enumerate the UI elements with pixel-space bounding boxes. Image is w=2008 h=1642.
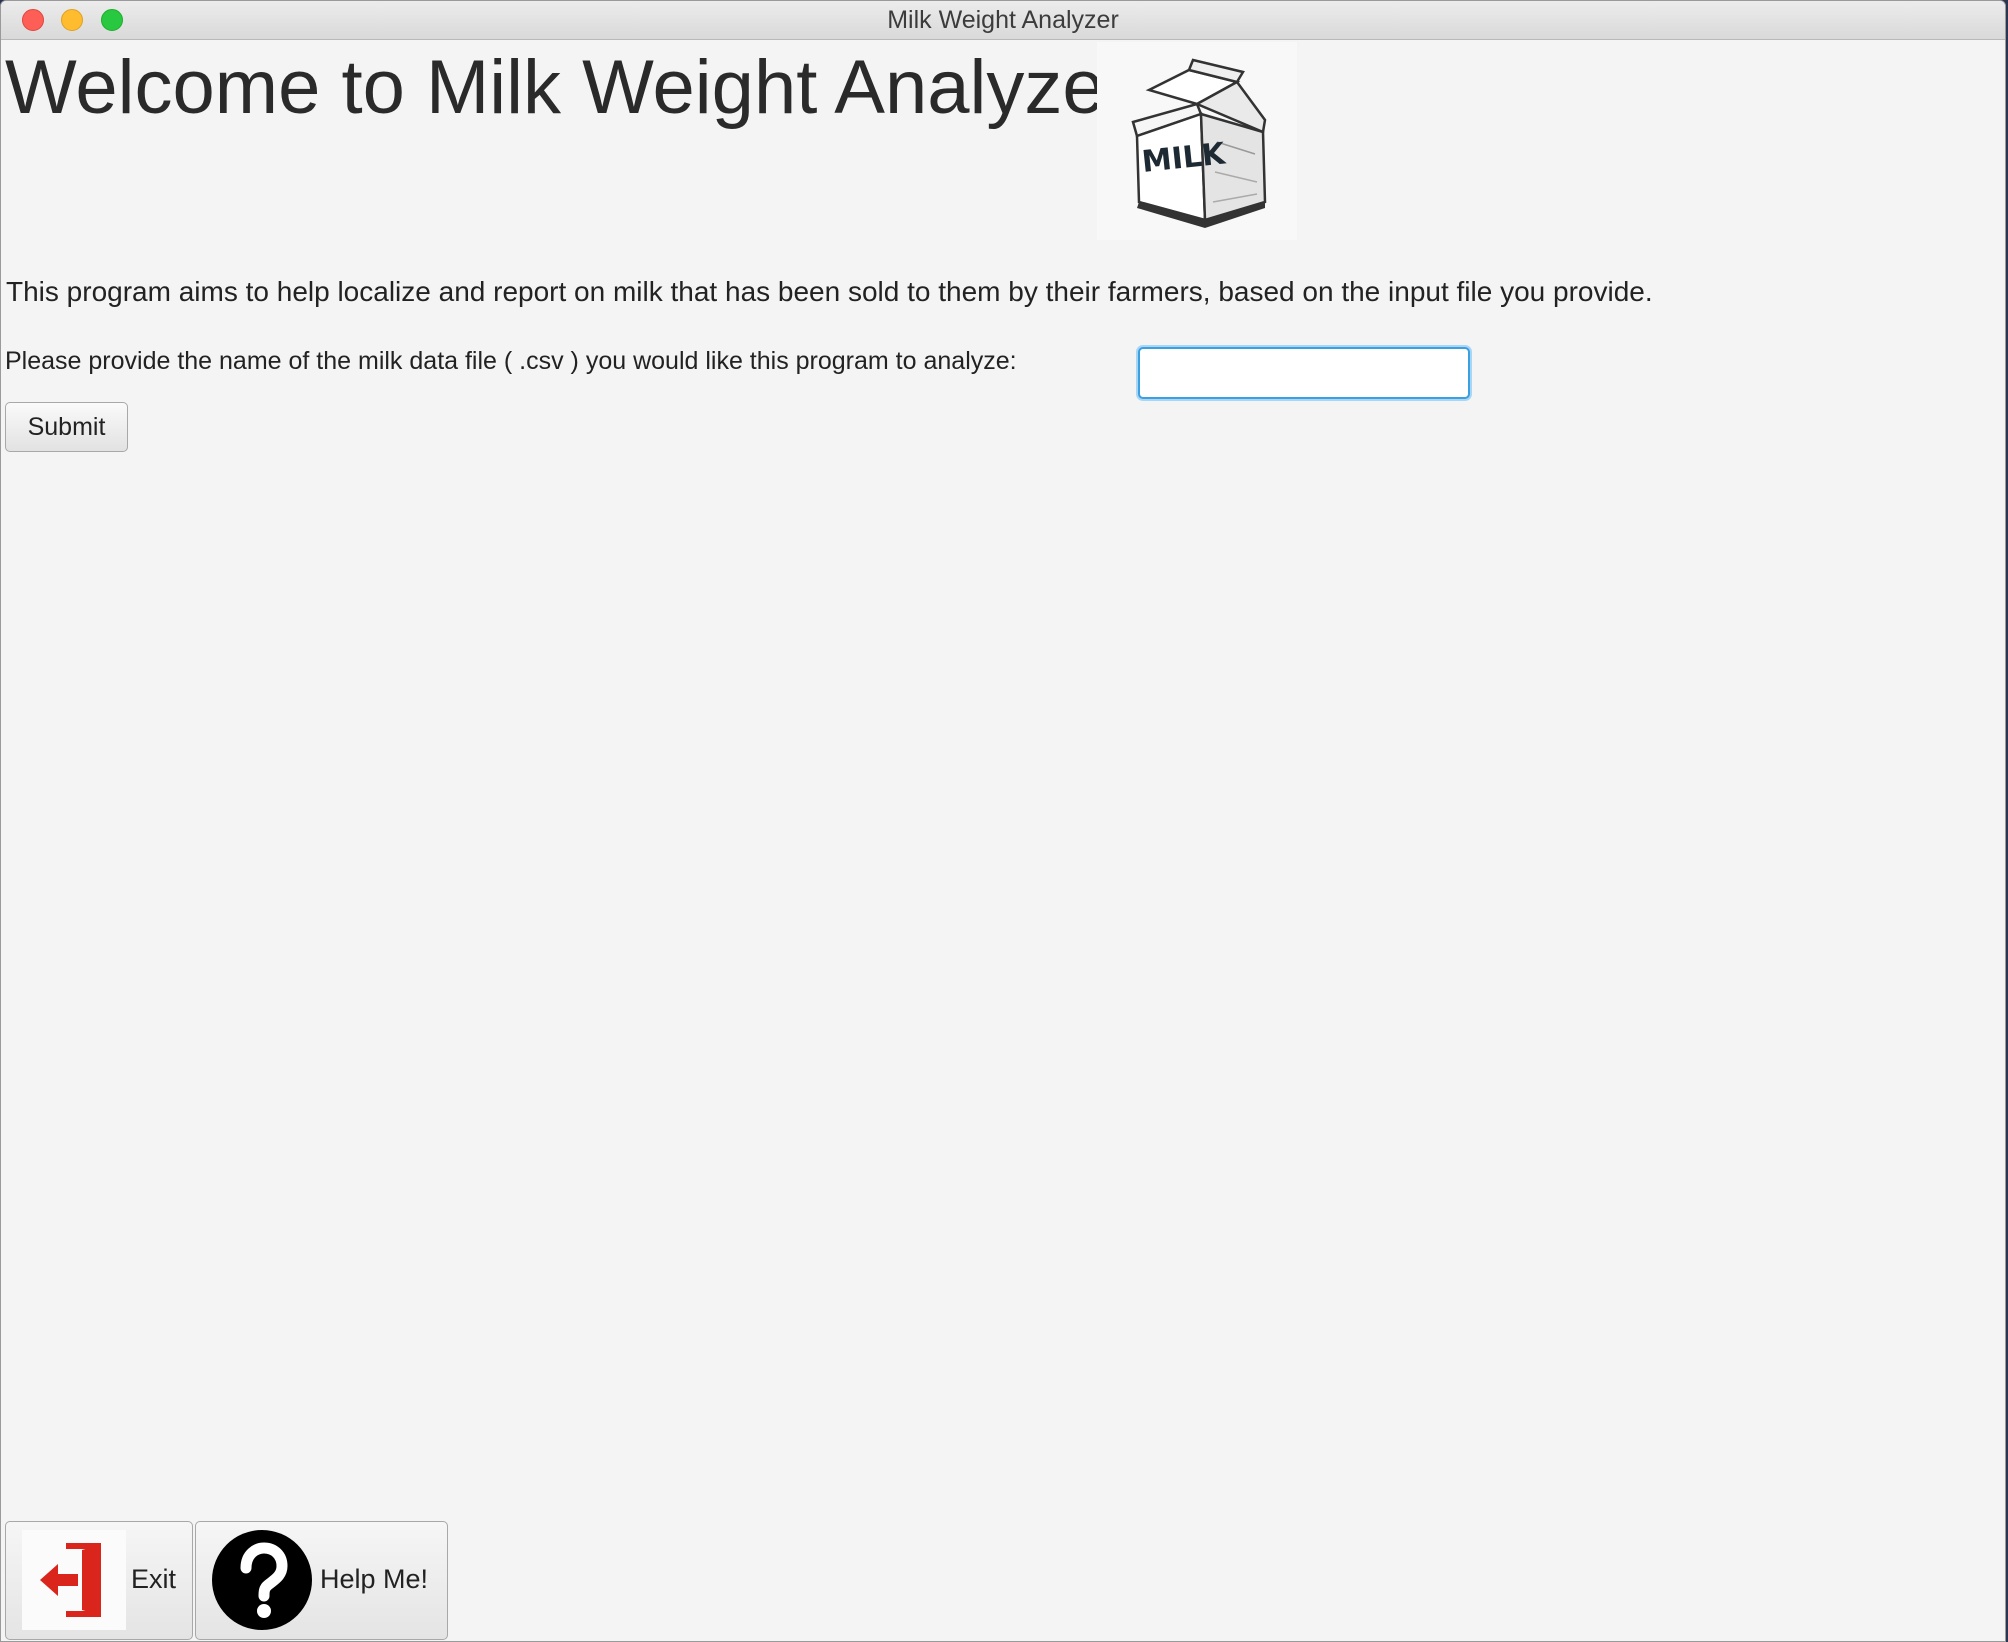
file-name-input[interactable] [1138, 347, 1470, 399]
exit-label: Exit [131, 1564, 177, 1594]
help-button[interactable]: Help Me! [195, 1521, 448, 1640]
exit-door-icon [22, 1530, 126, 1630]
title-bar: Milk Weight Analyzer [1, 1, 2005, 40]
app-window: Milk Weight Analyzer Welcome to Milk Wei… [0, 0, 2006, 1642]
milk-carton-icon: MILK [1097, 42, 1297, 240]
main-content: Welcome to Milk Weight Analyzer! MILK Th… [1, 40, 2005, 1641]
page-title: Welcome to Milk Weight Analyzer! [5, 45, 1152, 130]
exit-button[interactable]: Exit [5, 1521, 193, 1640]
submit-button[interactable]: Submit [5, 402, 128, 452]
description-text: This program aims to help localize and r… [6, 276, 1653, 307]
window-title: Milk Weight Analyzer [887, 6, 1119, 34]
question-mark-icon [212, 1530, 312, 1630]
help-label: Help Me! [320, 1564, 429, 1594]
file-prompt-label: Please provide the name of the milk data… [5, 347, 1017, 375]
